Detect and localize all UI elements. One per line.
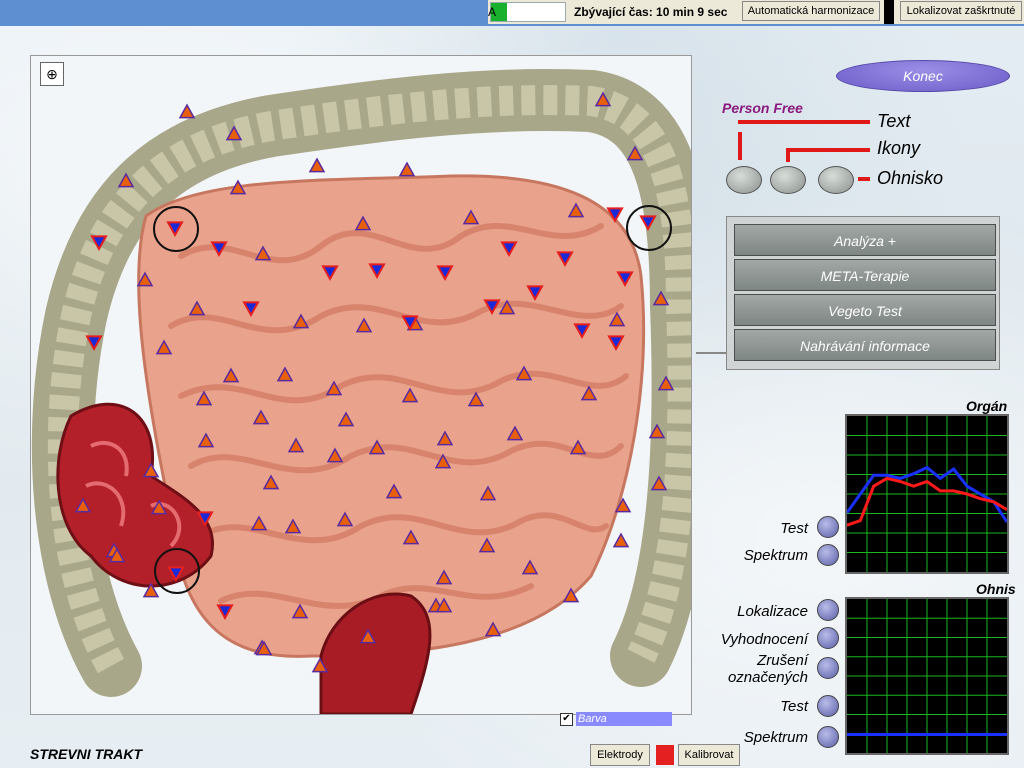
connector-line [696,352,726,354]
marker-up[interactable] [398,161,416,177]
color-toggle-label: Barva [576,712,672,726]
magnifier-plus-icon[interactable]: ⊕ [40,62,64,86]
legend-line-text-v [738,132,742,160]
evaluate-button[interactable] [817,627,839,649]
localize-checked-button[interactable]: Lokalizovat zaškrtnuté [900,1,1022,21]
legend-focus-label: Ohnisko [877,168,944,188]
meta-therapy-button[interactable]: META-Terapie [734,259,996,291]
progress-bar [490,2,566,22]
organ-spectrum-label: Spektrum [743,547,808,564]
marker-up[interactable] [308,157,326,173]
evaluate-label: Vyhodnocení [720,631,808,648]
focus-chart-plot [847,599,1007,753]
organ-chart [845,414,1009,574]
progress-label: A [488,5,497,19]
vegeto-test-button[interactable]: Vegeto Test [734,294,996,326]
intestine-image[interactable] [31,56,691,714]
analysis-button[interactable]: Analýza + [734,224,996,256]
color-toggle[interactable]: ✔ Barva [560,712,672,726]
focus-test-label: Test [780,698,808,715]
clear-marked-button[interactable] [817,657,839,679]
legend-line-focus [858,177,870,181]
focus-toggle-button[interactable] [818,166,854,194]
marker-up[interactable] [612,532,630,548]
status-indicator [656,745,674,765]
text-toggle-button[interactable] [726,166,762,194]
organ-test-button[interactable] [817,516,839,538]
separator [884,0,894,24]
remaining-time-label: Zbývající čas: 10 min 9 sec [574,5,728,19]
legend-text-label: Text [877,111,911,131]
focus-spectrum-button[interactable] [817,726,839,748]
exit-button[interactable]: Konec [836,60,1010,92]
legend-icons-label: Ikony [877,138,921,158]
color-checkbox[interactable]: ✔ [560,713,573,726]
icons-toggle-button[interactable] [770,166,806,194]
organ-test-label: Test [780,520,808,537]
legend-line-text-h [738,120,870,124]
clear-marked-label: Zrušení označených [727,652,808,686]
legend-line-icons-h [786,148,870,152]
focus-chart [845,597,1009,755]
image-title: STREVNI TRAKT [30,746,142,762]
organ-chart-plot [845,416,1009,572]
electrodes-button[interactable]: Elektrody [590,744,650,766]
record-info-button[interactable]: Nahrávání informace [734,329,996,361]
localize-button[interactable] [817,599,839,621]
focus-chart-label: Ohnis [976,581,1016,597]
organ-spectrum-button[interactable] [817,544,839,566]
organ-chart-label: Orgán [966,398,1008,414]
marker-up[interactable] [178,103,196,119]
calibrate-button[interactable]: Kalibrovat [678,744,740,766]
localize-label: Lokalizace [737,603,808,620]
auto-harmonize-button[interactable]: Automatická harmonizace [742,1,880,21]
focus-test-button[interactable] [817,695,839,717]
person-label: Person Free [722,100,803,116]
